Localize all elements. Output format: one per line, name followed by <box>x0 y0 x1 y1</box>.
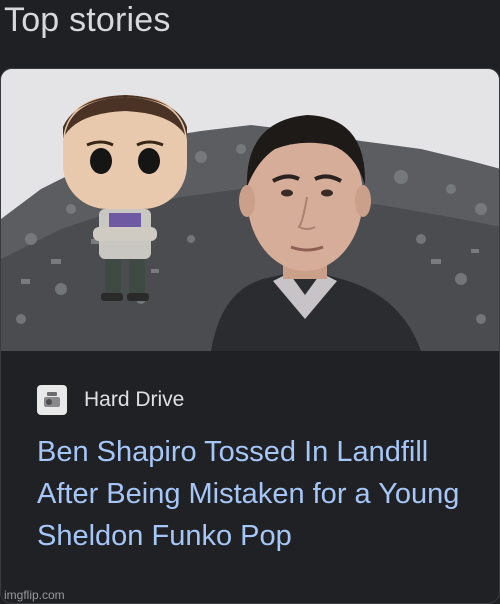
hard-drive-logo-icon <box>37 385 67 415</box>
story-card[interactable]: Hard Drive Ben Shapiro Tossed In Landfil… <box>0 68 500 604</box>
story-headline-link[interactable]: Ben Shapiro Tossed In Landfill After Bei… <box>37 431 477 557</box>
section-title: Top stories <box>4 1 171 39</box>
imgflip-watermark: imgflip.com <box>4 588 65 602</box>
story-thumbnail-image[interactable] <box>1 69 499 351</box>
source-name: Hard Drive <box>84 388 185 411</box>
source-row[interactable]: Hard Drive <box>37 383 184 417</box>
